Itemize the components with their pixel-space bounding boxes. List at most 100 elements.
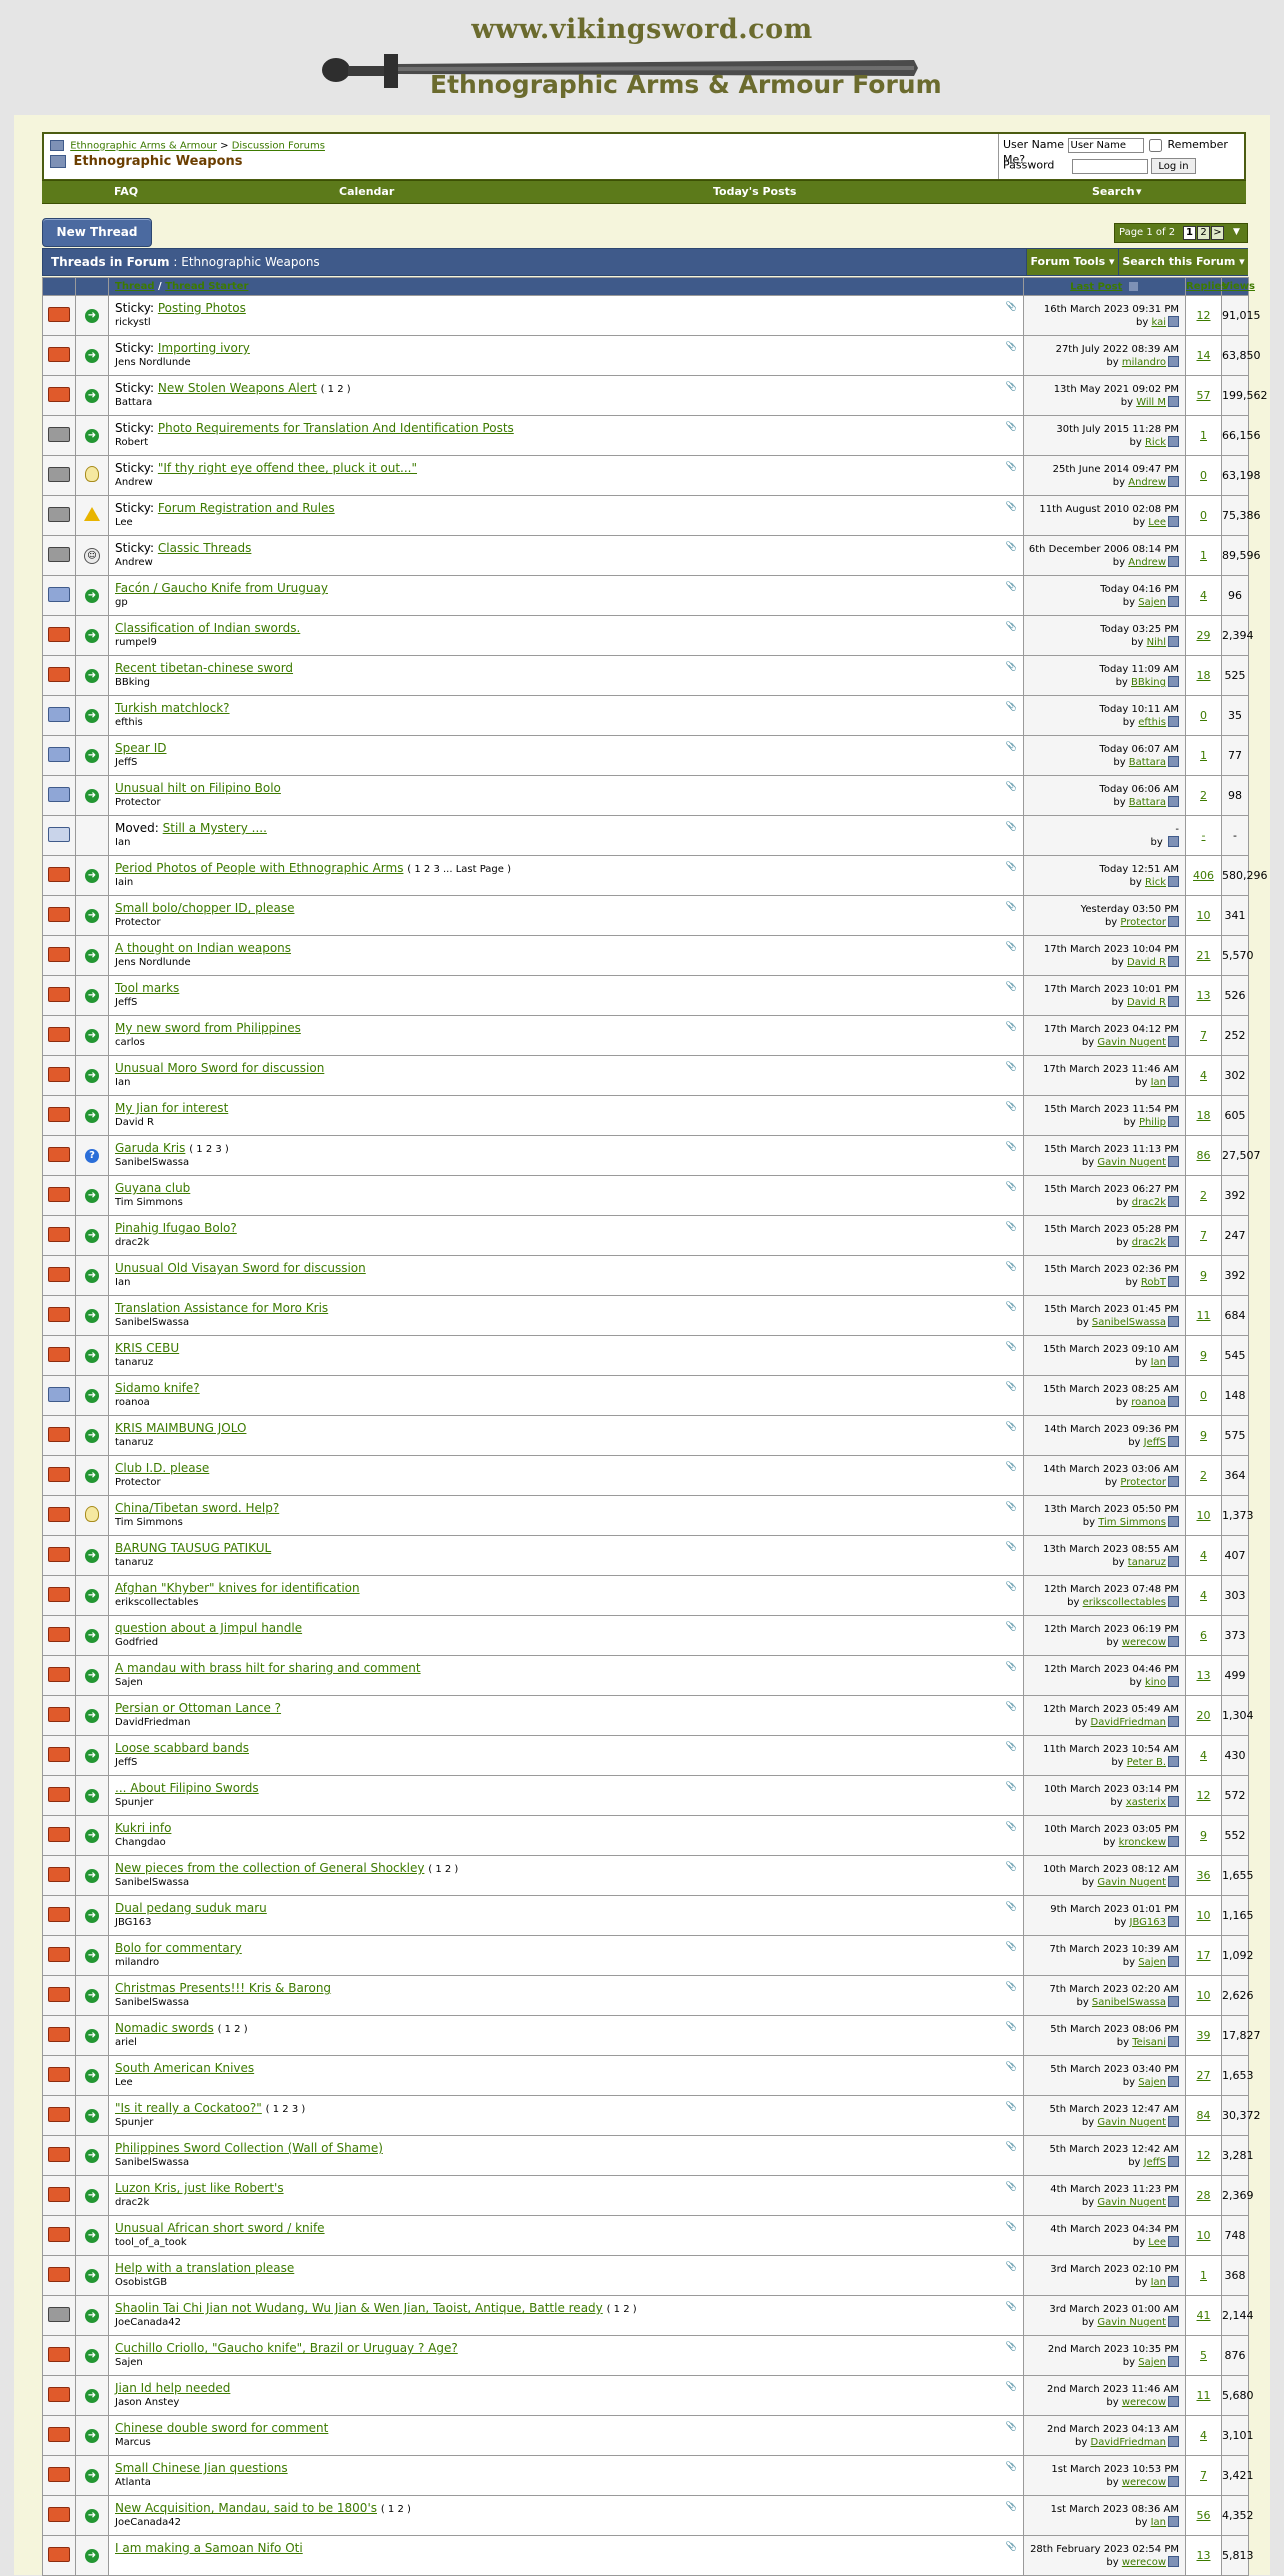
login-button[interactable]: Log in [1151,158,1196,174]
thread-title-link[interactable]: Importing ivory [158,341,250,355]
thread-title-link[interactable]: Christmas Presents!!! Kris & Barong [115,1981,331,1995]
replies-count[interactable]: 406 [1193,869,1214,882]
replies-count[interactable]: 9 [1200,1349,1207,1362]
thread-row[interactable]: Moved: Still a Mystery .... Ian 📎 - by - - [42,815,1249,856]
thread-row[interactable]: ➜ Period Photos of People with Ethnograp… [42,855,1268,896]
replies-count[interactable]: 10 [1197,909,1211,922]
go-to-last-post-icon[interactable] [1168,2516,1179,2527]
thread-title-link[interactable]: Small bolo/chopper ID, please [115,901,294,915]
thread-title-link[interactable]: New Stolen Weapons Alert [158,381,317,395]
thread-title-link[interactable]: China/Tibetan sword. Help? [115,1501,279,1515]
last-post-author[interactable]: Peter B. [1127,1757,1166,1768]
thread-row[interactable]: ➜ "Is it really a Cockatoo?" ( 1 2 3 ) Sp… [42,2095,1261,2136]
go-to-last-post-icon[interactable] [1168,1796,1179,1807]
replies-count[interactable]: 20 [1197,1709,1211,1722]
replies-count[interactable]: 10 [1197,1909,1211,1922]
thread-starter[interactable]: JeffS [115,997,137,1008]
thread-title-link[interactable]: New Acquisition, Mandau, said to be 1800… [115,2501,377,2515]
thread-title-link[interactable]: Persian or Ottoman Lance ? [115,1701,281,1715]
thread-row[interactable]: ➜ Sticky: New Stolen Weapons Alert ( 1 2 … [42,375,1268,416]
thread-starter[interactable]: SanibelSwassa [115,2157,189,2168]
thread-starter[interactable]: Sajen [115,1677,143,1688]
last-post-author[interactable]: Andrew [1128,557,1166,568]
thread-title-link[interactable]: Guyana club [115,1181,190,1195]
col-last-post[interactable]: Last Post [1070,281,1122,292]
go-to-last-post-icon[interactable] [1168,2276,1179,2287]
last-post-author[interactable]: kino [1145,1677,1166,1688]
thread-title-link[interactable]: Posting Photos [158,301,246,315]
thread-row[interactable]: ➜ Cuchillo Criollo, "Gaucho knife", Braz… [42,2335,1249,2376]
last-post-author[interactable]: DavidFriedman [1091,2437,1167,2448]
last-post-author[interactable]: Battara [1129,797,1166,808]
last-post-author[interactable]: Sajen [1138,2357,1166,2368]
thread-starter[interactable]: Changdao [115,1837,166,1848]
last-post-author[interactable]: Rick [1145,877,1166,888]
thread-title-link[interactable]: Shaolin Tai Chi Jian not Wudang, Wu Jian… [115,2301,603,2315]
replies-count[interactable]: 4 [1200,1589,1207,1602]
pager-menu-icon[interactable]: ▼ [1233,227,1240,237]
go-to-last-post-icon[interactable] [1168,1956,1179,1967]
thread-title-link[interactable]: Small Chinese Jian questions [115,2461,288,2475]
replies-count[interactable]: 6 [1200,1629,1207,1642]
go-to-last-post-icon[interactable] [1168,596,1179,607]
go-to-last-post-icon[interactable] [1168,1836,1179,1847]
thread-starter[interactable]: Lee [115,517,133,528]
replies-count[interactable]: 13 [1197,2549,1211,2562]
thread-row[interactable]: Sticky: Forum Registration and Rules Lee… [42,495,1261,536]
replies-count[interactable]: 13 [1197,1669,1211,1682]
last-post-author[interactable]: roanoa [1131,1397,1166,1408]
thread-title-link[interactable]: Still a Mystery .... [163,821,267,835]
go-to-last-post-icon[interactable] [1168,2396,1179,2407]
thread-row[interactable]: ➜ Unusual Old Visayan Sword for discussi… [42,1255,1249,1296]
thread-title-link[interactable]: "If thy right eye offend thee, pluck it … [158,461,417,475]
last-post-author[interactable]: Rick [1145,437,1166,448]
thread-row[interactable]: ➜ Sticky: Importing ivory Jens Nordlunde 📎… [42,335,1261,376]
thread-row[interactable]: ➜ Afghan "Khyber" knives for identificat… [42,1575,1249,1616]
replies-count[interactable]: 4 [1200,1069,1207,1082]
thread-row[interactable]: ➜ Loose scabbard bands JeffS 📎 11th March … [42,1735,1249,1776]
thread-title-link[interactable]: Pinahig Ifugao Bolo? [115,1221,237,1235]
thread-title-link[interactable]: A thought on Indian weapons [115,941,291,955]
last-post-author[interactable]: RobT [1141,1277,1166,1288]
thread-title-link[interactable]: KRIS CEBU [115,1341,179,1355]
thread-row[interactable]: ➜ A mandau with brass hilt for sharing a… [42,1655,1249,1696]
replies-count[interactable]: 41 [1197,2309,1211,2322]
thread-row[interactable]: ➜ Facón / Gaucho Knife from Uruguay gp 📎 T… [42,575,1249,616]
thread-starter[interactable]: milandro [115,1957,159,1968]
replies-count[interactable]: 10 [1197,2229,1211,2242]
thread-starter[interactable]: Godfried [115,1637,158,1648]
thread-row[interactable]: ➜ Dual pedang suduk maru JBG163 📎 9th Marc… [42,1895,1254,1936]
thread-title-link[interactable]: Kukri info [115,1821,171,1835]
thread-starter[interactable]: Sajen [115,2357,143,2368]
go-to-last-post-icon[interactable] [1168,516,1179,527]
replies-count[interactable]: 11 [1197,2389,1211,2402]
username-field[interactable] [1067,138,1144,153]
thread-row[interactable]: ➜ Kukri info Changdao 📎 10th March 2023 03… [42,1815,1249,1856]
last-post-author[interactable]: BBking [1131,677,1166,688]
go-to-last-post-icon[interactable] [1168,1076,1179,1087]
thread-row[interactable]: ➜ Unusual African short sword / knife to… [42,2215,1249,2256]
thread-title-link[interactable]: Chinese double sword for comment [115,2421,328,2435]
thread-title-link[interactable]: Turkish matchlock? [115,701,230,715]
nav-calendar[interactable]: Calendar [339,185,394,198]
replies-count[interactable]: 36 [1197,1869,1211,1882]
go-to-last-post-icon[interactable] [1168,2156,1179,2167]
go-to-last-post-icon[interactable] [1168,1916,1179,1927]
thread-starter[interactable]: erikscollectables [115,1597,198,1608]
thread-pages[interactable]: ( 1 2 ) [218,2024,248,2035]
last-post-author[interactable]: Lee [1148,2237,1166,2248]
thread-row[interactable]: ➜ ... About Filipino Swords Spunjer 📎 10th… [42,1775,1249,1816]
replies-count[interactable]: 9 [1200,1269,1207,1282]
thread-starter[interactable]: OsobistGB [115,2277,167,2288]
go-to-last-post-icon[interactable] [1168,396,1179,407]
go-to-last-post-icon[interactable] [1168,436,1179,447]
replies-count[interactable]: 12 [1197,1789,1211,1802]
replies-count[interactable]: 2 [1200,789,1207,802]
thread-starter[interactable]: Protector [115,1477,161,1488]
thread-row[interactable]: ➜ Spear ID JeffS 📎 Today 06:07 AM by Battar… [42,735,1249,776]
last-post-author[interactable]: Gavin Nugent [1097,1037,1166,1048]
thread-row[interactable]: ➜ Sticky: Posting Photos rickystl 📎 16th Ma… [42,295,1261,336]
thread-title-link[interactable]: Recent tibetan-chinese sword [115,661,293,675]
thread-starter[interactable]: rumpel9 [115,637,157,648]
thread-row[interactable]: ➜ Philippines Sword Collection (Wall of … [42,2135,1254,2176]
